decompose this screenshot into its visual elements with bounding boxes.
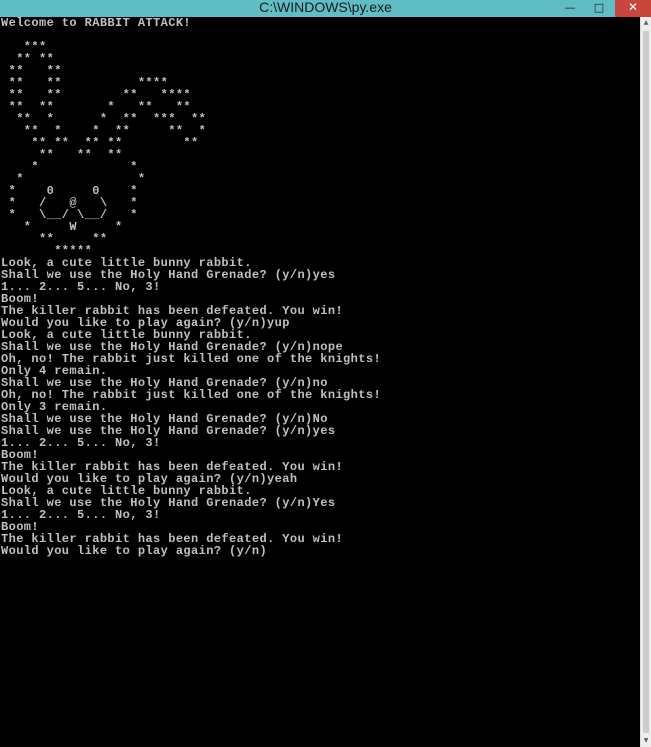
scroll-down-arrow-icon[interactable]: ▼ bbox=[641, 735, 651, 747]
close-icon[interactable]: ✕ bbox=[615, 0, 651, 17]
scroll-up-arrow-icon[interactable]: ▲ bbox=[641, 17, 651, 29]
console-line: Welcome to RABBIT ATTACK! bbox=[1, 17, 192, 30]
maximize-icon[interactable]: □ bbox=[585, 0, 613, 17]
window-title: C:\WINDOWS\py.exe bbox=[259, 0, 392, 15]
console-output: Welcome to RABBIT ATTACK! *** ** ** ** *… bbox=[0, 17, 640, 557]
vertical-scrollbar[interactable]: ▲ ▼ bbox=[640, 17, 651, 747]
title-bar[interactable]: C:\WINDOWS\py.exe — □ ✕ bbox=[0, 0, 651, 17]
console-window: C:\WINDOWS\py.exe — □ ✕ Welcome to RABBI… bbox=[0, 0, 651, 747]
scrollbar-thumb[interactable] bbox=[643, 31, 649, 733]
console-output-area[interactable]: Welcome to RABBIT ATTACK! *** ** ** ** *… bbox=[0, 17, 640, 747]
minimize-icon[interactable]: — bbox=[556, 0, 584, 17]
console-line: Would you like to play again? (y/n) bbox=[1, 544, 268, 558]
